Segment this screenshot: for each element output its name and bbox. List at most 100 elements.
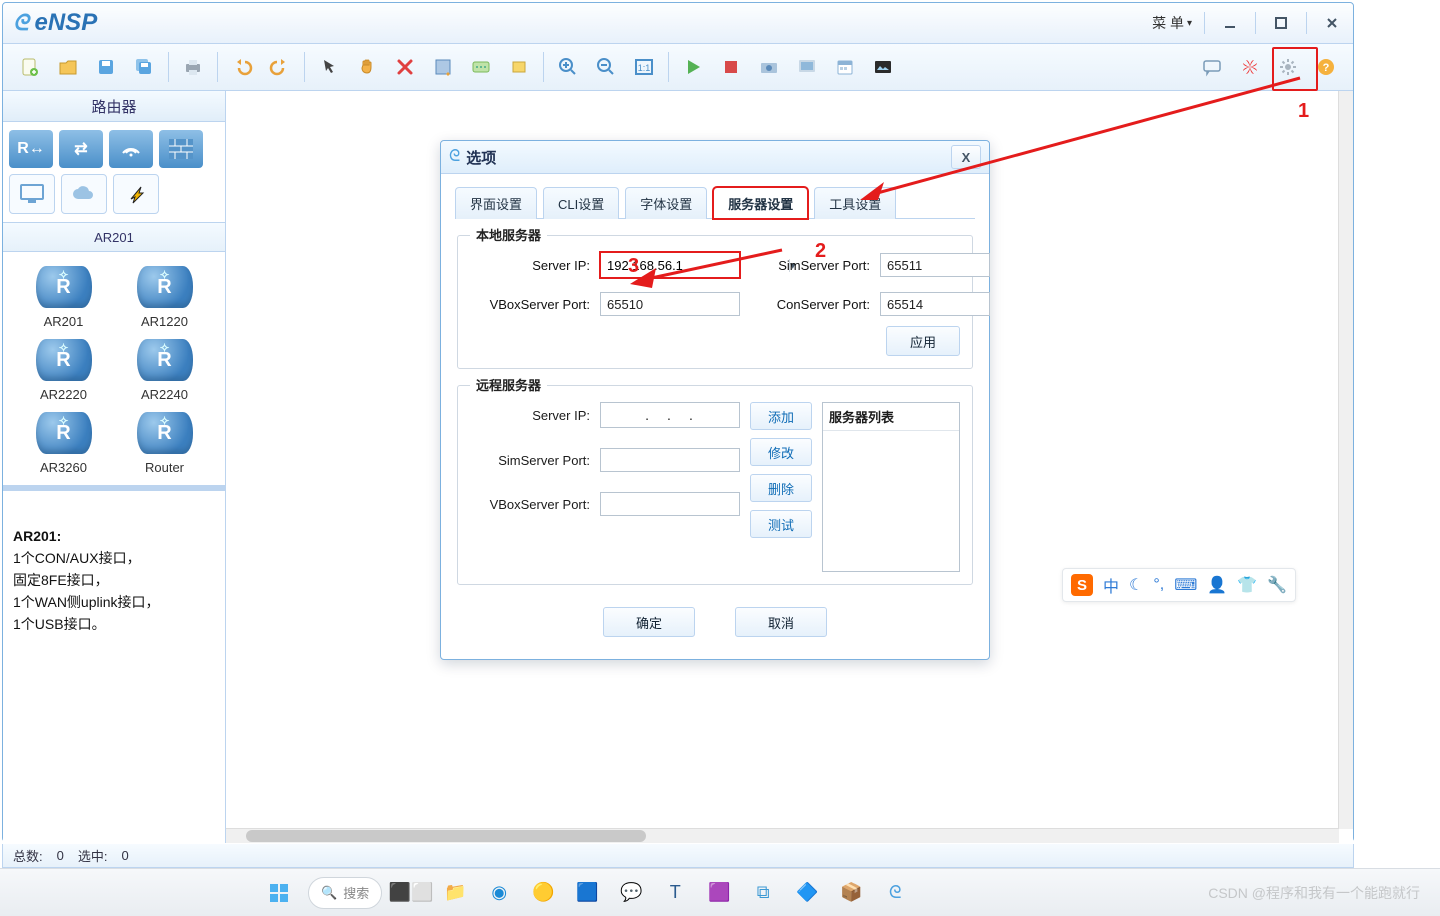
close-button[interactable] (1311, 12, 1353, 34)
device-item[interactable]: RRouter (114, 412, 215, 475)
ime-toolbar[interactable]: S 中 ☾ °, ⌨ 👤 👕 🔧 (1062, 568, 1296, 602)
canvas-horizontal-scrollbar[interactable] (226, 828, 1339, 843)
chat-button[interactable] (1196, 51, 1228, 83)
taskbar-app3-icon[interactable]: 🔷 (792, 878, 822, 908)
cloud-category-icon[interactable] (61, 174, 107, 214)
sogou-logo-icon[interactable]: S (1071, 574, 1093, 596)
router-category-icon[interactable]: R↔ (9, 130, 53, 168)
remote-simport-input[interactable] (600, 448, 740, 472)
taskbar-app-icon[interactable]: 🟦 (572, 878, 602, 908)
remote-server-legend: 远程服务器 (470, 375, 547, 394)
test-server-button[interactable]: 测试 (750, 510, 812, 538)
undo-button[interactable] (226, 51, 258, 83)
person-icon[interactable]: 👤 (1207, 575, 1227, 595)
virtualbox-icon[interactable]: 📦 (836, 878, 866, 908)
open-file-button[interactable] (52, 51, 84, 83)
shirt-icon[interactable]: 👕 (1237, 575, 1257, 595)
taskbar-search[interactable]: 🔍 搜索 (308, 877, 382, 909)
settings-gear-button[interactable] (1272, 51, 1304, 83)
zoom-in-button[interactable] (552, 51, 584, 83)
chrome-icon[interactable]: 🟡 (528, 878, 558, 908)
moon-icon[interactable]: ☾ (1129, 575, 1143, 595)
taskbar-T-icon[interactable]: T (660, 878, 690, 908)
device-item[interactable]: RAR201 (13, 266, 114, 329)
pc-category-icon[interactable] (9, 174, 55, 214)
text-tool-button[interactable] (465, 51, 497, 83)
task-view-button[interactable]: ⬛⬜ (396, 878, 426, 908)
remote-vboxport-input[interactable] (600, 492, 740, 516)
capture-button[interactable] (753, 51, 785, 83)
huawei-logo-button[interactable] (1234, 51, 1266, 83)
start-all-button[interactable] (677, 51, 709, 83)
vboxserver-port-label: VBoxServer Port: (490, 297, 590, 312)
device-item[interactable]: RAR2220 (13, 339, 114, 402)
switch-category-icon[interactable]: ⇄ (59, 130, 103, 168)
tab-server-settings[interactable]: 服务器设置 (713, 187, 808, 219)
search-placeholder: 搜索 (343, 883, 369, 902)
stop-all-button[interactable] (715, 51, 747, 83)
redo-button[interactable] (264, 51, 296, 83)
wlan-category-icon[interactable] (109, 130, 153, 168)
pointer-tool-button[interactable] (313, 51, 345, 83)
tab-tool-settings[interactable]: 工具设置 (814, 187, 896, 219)
tab-ui-settings[interactable]: 界面设置 (455, 187, 537, 219)
simserver-port-input[interactable] (880, 253, 990, 277)
ensp-taskbar-icon[interactable]: ᘓ (880, 878, 910, 908)
start-button[interactable] (264, 878, 294, 908)
search-icon: 🔍 (321, 885, 337, 901)
save-all-button[interactable] (128, 51, 160, 83)
remote-ip-input[interactable]: ... (600, 402, 740, 428)
device-item[interactable]: RAR1220 (114, 266, 215, 329)
server-ip-combo[interactable]: ▾ (600, 252, 740, 278)
connection-category-icon[interactable] (113, 174, 159, 214)
cancel-button[interactable]: 取消 (735, 607, 827, 637)
rectangle-tool-button[interactable] (503, 51, 535, 83)
calendar-button[interactable] (829, 51, 861, 83)
conserver-port-label: ConServer Port: (777, 297, 870, 312)
status-total-value: 0 (57, 848, 64, 863)
ime-lang-indicator[interactable]: 中 (1103, 573, 1119, 597)
apply-button[interactable]: 应用 (886, 326, 960, 356)
pan-tool-button[interactable] (351, 51, 383, 83)
add-server-button[interactable]: 添加 (750, 402, 812, 430)
vscode-icon[interactable]: ⧉ (748, 878, 778, 908)
punct-icon[interactable]: °, (1153, 576, 1164, 594)
firewall-category-icon[interactable] (159, 130, 203, 168)
ok-button[interactable]: 确定 (603, 607, 695, 637)
vboxserver-port-input[interactable] (600, 292, 740, 316)
image-tool-button[interactable] (867, 51, 899, 83)
minimize-button[interactable] (1209, 12, 1251, 34)
help-button[interactable]: ? (1310, 51, 1342, 83)
canvas-vertical-scrollbar[interactable] (1338, 91, 1353, 829)
explorer-icon[interactable]: 📁 (440, 878, 470, 908)
main-toolbar: 1:1 ? (3, 44, 1353, 91)
modify-server-button[interactable]: 修改 (750, 438, 812, 466)
snap-grid-button[interactable] (427, 51, 459, 83)
wrench-icon[interactable]: 🔧 (1267, 575, 1287, 595)
new-file-button[interactable] (14, 51, 46, 83)
delete-server-button[interactable]: 删除 (750, 474, 812, 502)
print-button[interactable] (177, 51, 209, 83)
conserver-port-input[interactable] (880, 292, 990, 316)
tab-font-settings[interactable]: 字体设置 (625, 187, 707, 219)
status-bar: 总数: 0 选中: 0 (2, 844, 1354, 868)
delete-button[interactable] (389, 51, 421, 83)
save-button[interactable] (90, 51, 122, 83)
maximize-button[interactable] (1260, 12, 1302, 34)
server-ip-input[interactable] (601, 253, 789, 277)
dialog-close-button[interactable]: X (951, 145, 981, 169)
tab-cli-settings[interactable]: CLI设置 (543, 187, 619, 219)
device-manager-button[interactable] (791, 51, 823, 83)
taskbar-app2-icon[interactable]: 🟪 (704, 878, 734, 908)
zoom-fit-button[interactable]: 1:1 (628, 51, 660, 83)
server-list[interactable]: 服务器列表 (822, 402, 960, 572)
device-item[interactable]: RAR2240 (114, 339, 215, 402)
device-item[interactable]: RAR3260 (13, 412, 114, 475)
dialog-titlebar[interactable]: ᘓ 选项 X (441, 141, 989, 174)
keyboard-icon[interactable]: ⌨ (1174, 575, 1197, 595)
edge-icon[interactable]: ◉ (484, 878, 514, 908)
menu-dropdown[interactable]: 菜 单 ▾ (1144, 13, 1200, 33)
dialog-tabs: 界面设置 CLI设置 字体设置 服务器设置 工具设置 (455, 186, 975, 219)
zoom-out-button[interactable] (590, 51, 622, 83)
wechat-icon[interactable]: 💬 (616, 878, 646, 908)
